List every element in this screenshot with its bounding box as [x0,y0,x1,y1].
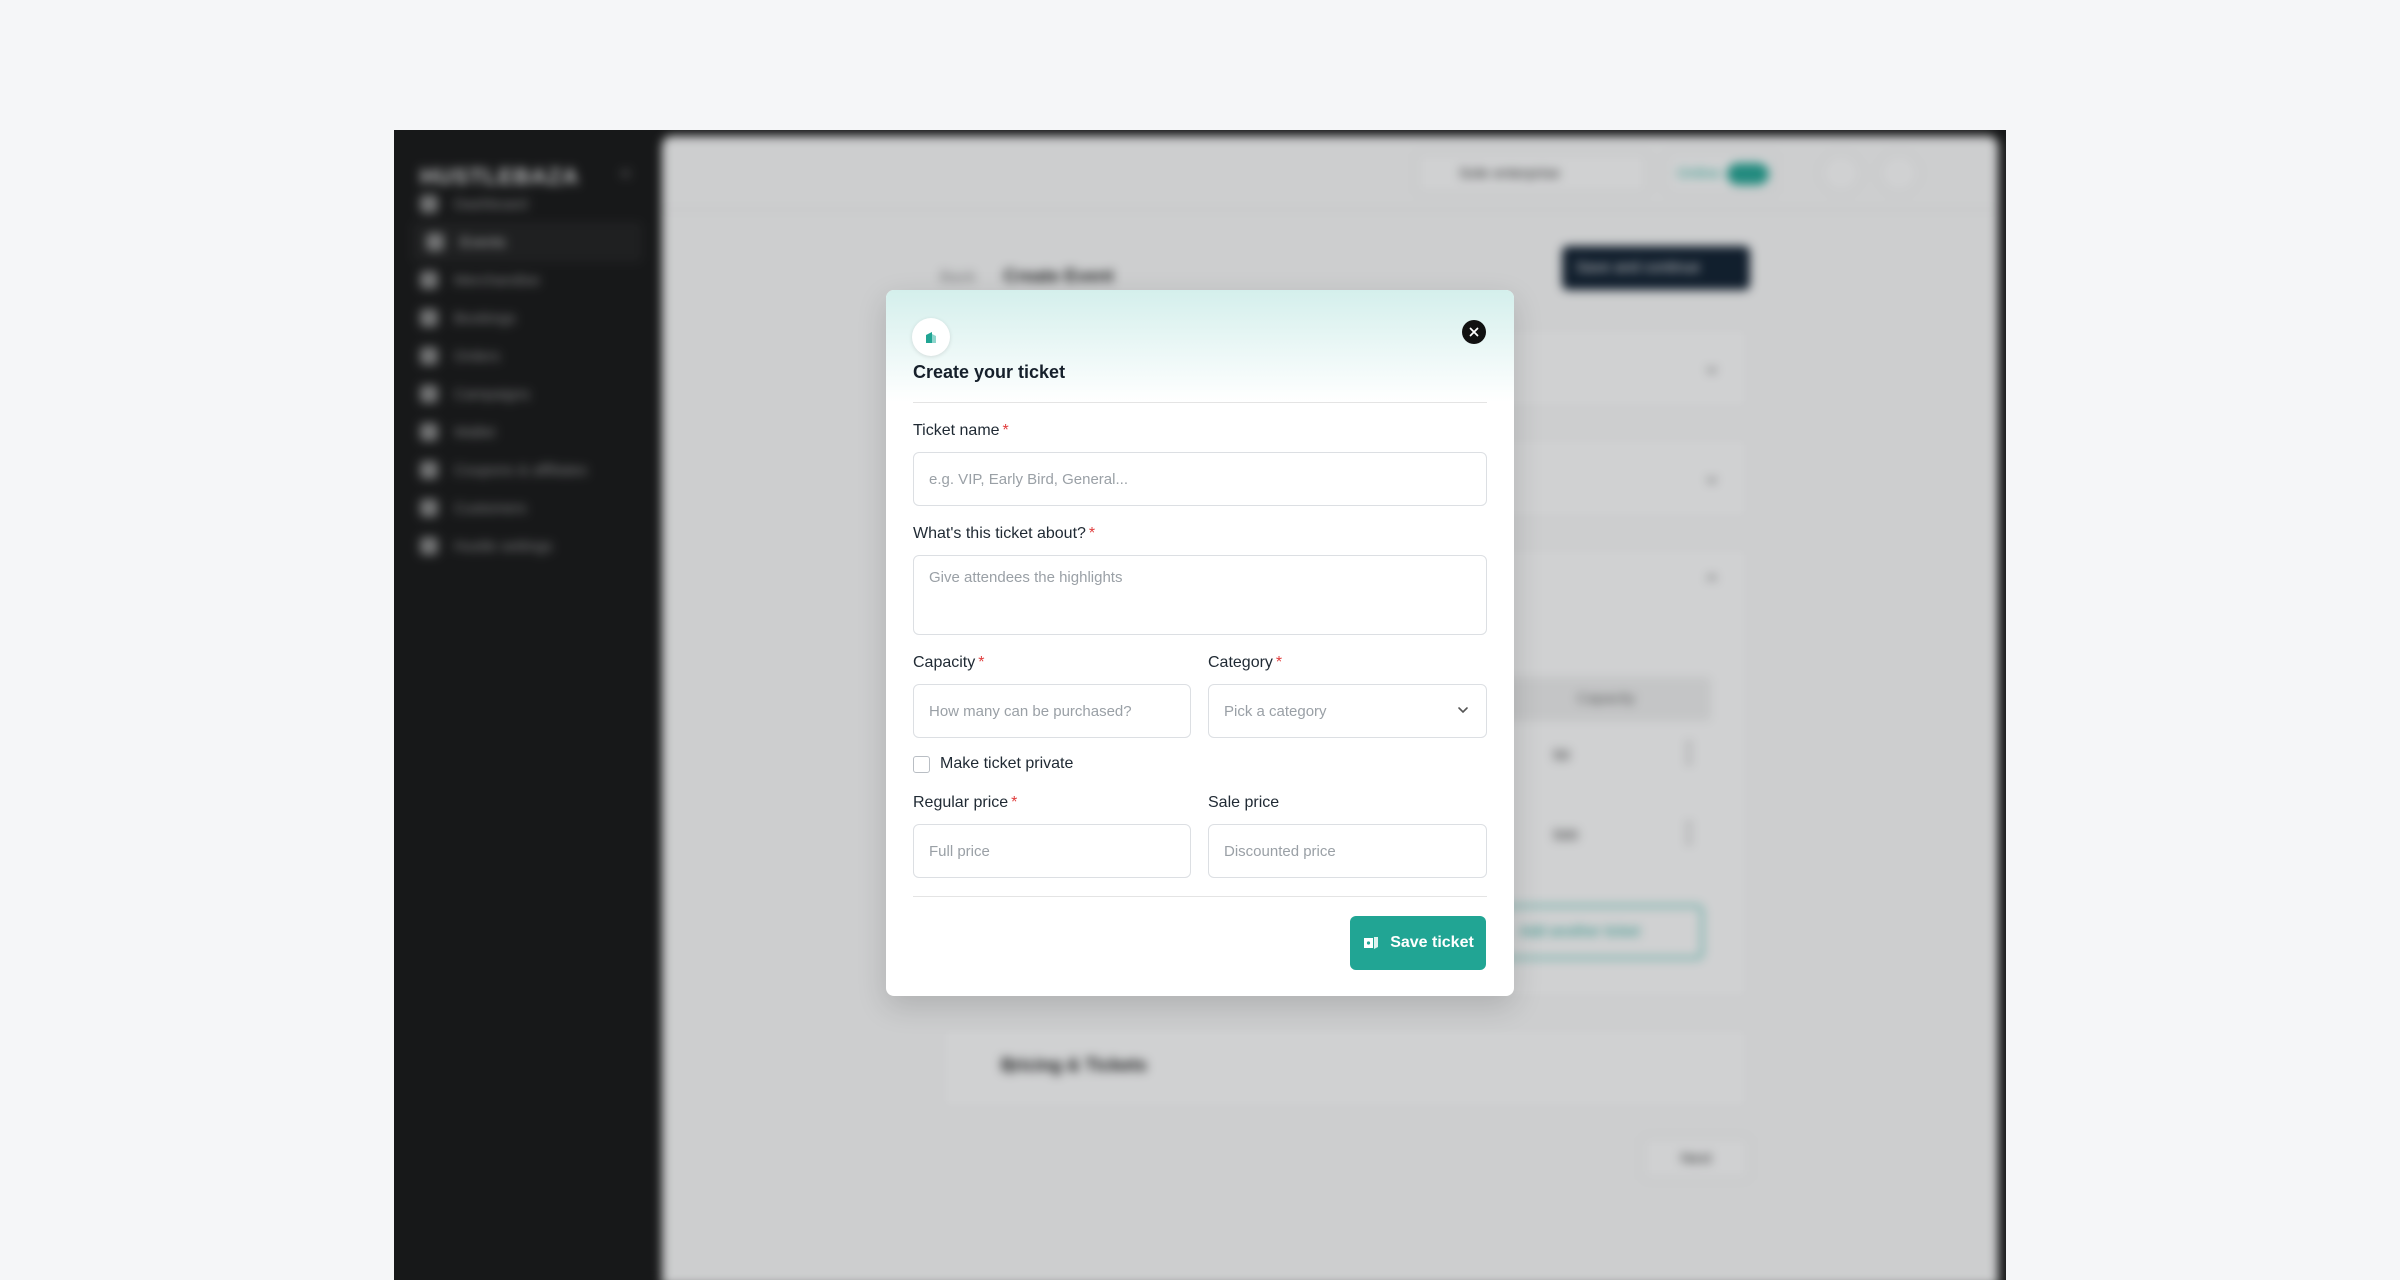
modal-header [886,290,1514,402]
required-marker: * [1275,654,1283,671]
modal-title: Create your ticket [913,362,1066,382]
capacity-label: Capacity * [913,654,985,671]
ticket-about-textarea[interactable]: Give attendees the highlights [913,555,1487,635]
ticket-about-label: What's this ticket about? * [913,525,1096,542]
regular-price-input[interactable]: Full price [913,824,1191,878]
close-icon[interactable] [1462,320,1486,344]
private-ticket-label[interactable]: Make ticket private [940,755,1073,773]
required-marker: * [978,654,985,671]
category-label: Category * [1208,654,1283,671]
ticket-name-label: Ticket name * [913,422,1009,439]
chevron-down-icon [1458,707,1468,714]
required-marker: * [1011,794,1018,811]
create-ticket-modal: Create your ticket Ticket name * e.g. VIP… [886,290,1514,996]
ticket-icon [1364,937,1379,949]
divider [913,402,1487,403]
capacity-input[interactable]: How many can be purchased? [913,684,1191,738]
ticket-logo-icon [912,318,950,356]
sale-price-input[interactable]: Discounted price [1208,824,1487,878]
ticket-name-input[interactable]: e.g. VIP, Early Bird, General... [913,452,1487,506]
category-select[interactable]: Pick a category [1208,684,1487,738]
divider [913,896,1487,897]
required-marker: * [1088,525,1096,542]
required-marker: * [1002,422,1009,439]
save-ticket-button[interactable]: Save ticket [1350,916,1486,970]
regular-price-label: Regular price * [913,794,1018,811]
sale-price-label: Sale price [1208,794,1280,811]
private-ticket-checkbox[interactable] [913,756,930,773]
